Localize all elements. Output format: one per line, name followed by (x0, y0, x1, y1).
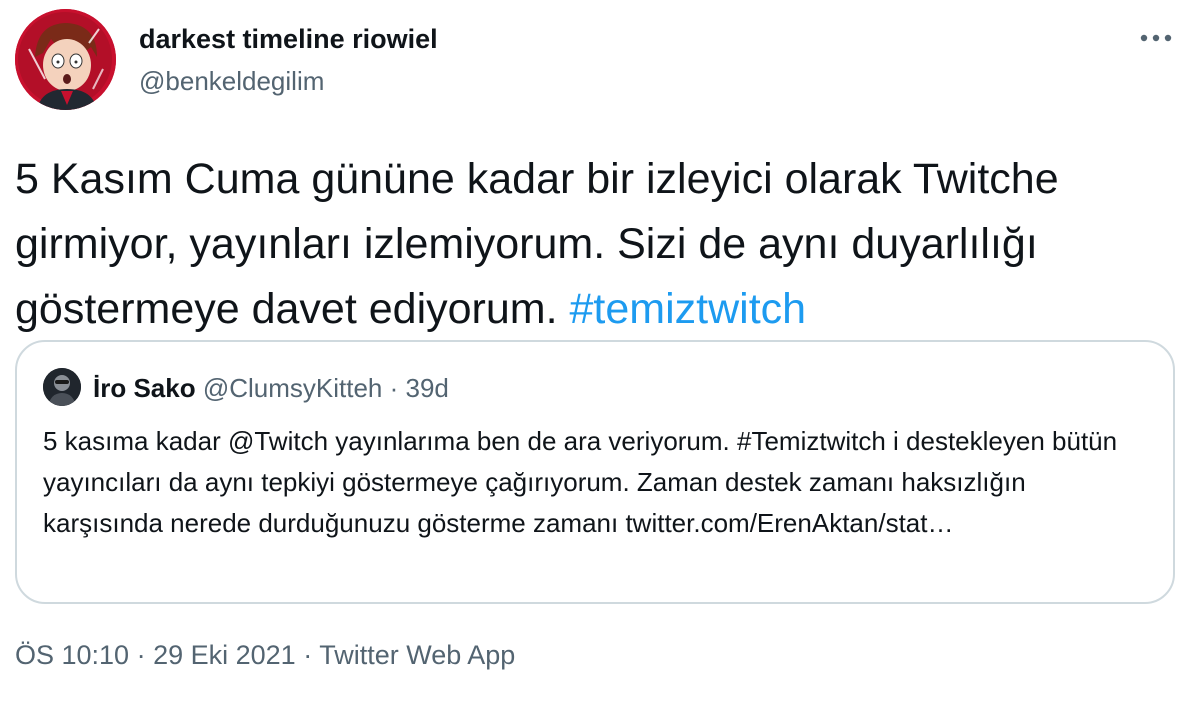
author-avatar[interactable] (15, 9, 116, 110)
quoted-tweet[interactable]: İro Sako @ClumsyKitteh · 39d 5 kasıma ka… (15, 340, 1175, 604)
tweet-date[interactable]: 29 Eki 2021 (153, 640, 296, 670)
tweet-body: 5 Kasım Cuma gününe kadar bir izleyici o… (15, 155, 1059, 333)
author-handle[interactable]: @benkeldegilim (139, 66, 324, 97)
quoted-timestamp[interactable]: 39d (406, 373, 449, 403)
footer-separator-1: · (129, 640, 154, 670)
hashtag-link[interactable]: #temiztwitch (570, 285, 807, 333)
quoted-tweet-header: İro Sako @ClumsyKitteh · 39d (93, 373, 449, 404)
person-avatar-icon (43, 368, 81, 406)
quoted-author-handle[interactable]: @ClumsyKitteh (203, 373, 383, 403)
tweet-time[interactable]: ÖS 10:10 (15, 640, 129, 670)
tweet-footer: ÖS 10:10 · 29 Eki 2021 · Twitter Web App (15, 640, 515, 671)
more-options-icon (1140, 34, 1172, 42)
author-display-name[interactable]: darkest timeline riowiel (139, 24, 438, 55)
tweet-text: 5 Kasım Cuma gününe kadar bir izleyici o… (15, 147, 1185, 342)
more-options-button[interactable] (1134, 24, 1178, 52)
cartoon-avatar-icon (15, 9, 116, 110)
quoted-author-name[interactable]: İro Sako (93, 373, 196, 403)
quoted-tweet-text: 5 kasıma kadar @Twitch yayınlarıma ben d… (43, 426, 1118, 538)
footer-separator-2: · (295, 640, 320, 670)
quoted-author-avatar (43, 368, 81, 406)
tweet: darkest timeline riowiel @benkeldegilim … (0, 0, 1200, 705)
tweet-source[interactable]: Twitter Web App (319, 640, 515, 670)
quoted-separator: · (382, 373, 406, 403)
